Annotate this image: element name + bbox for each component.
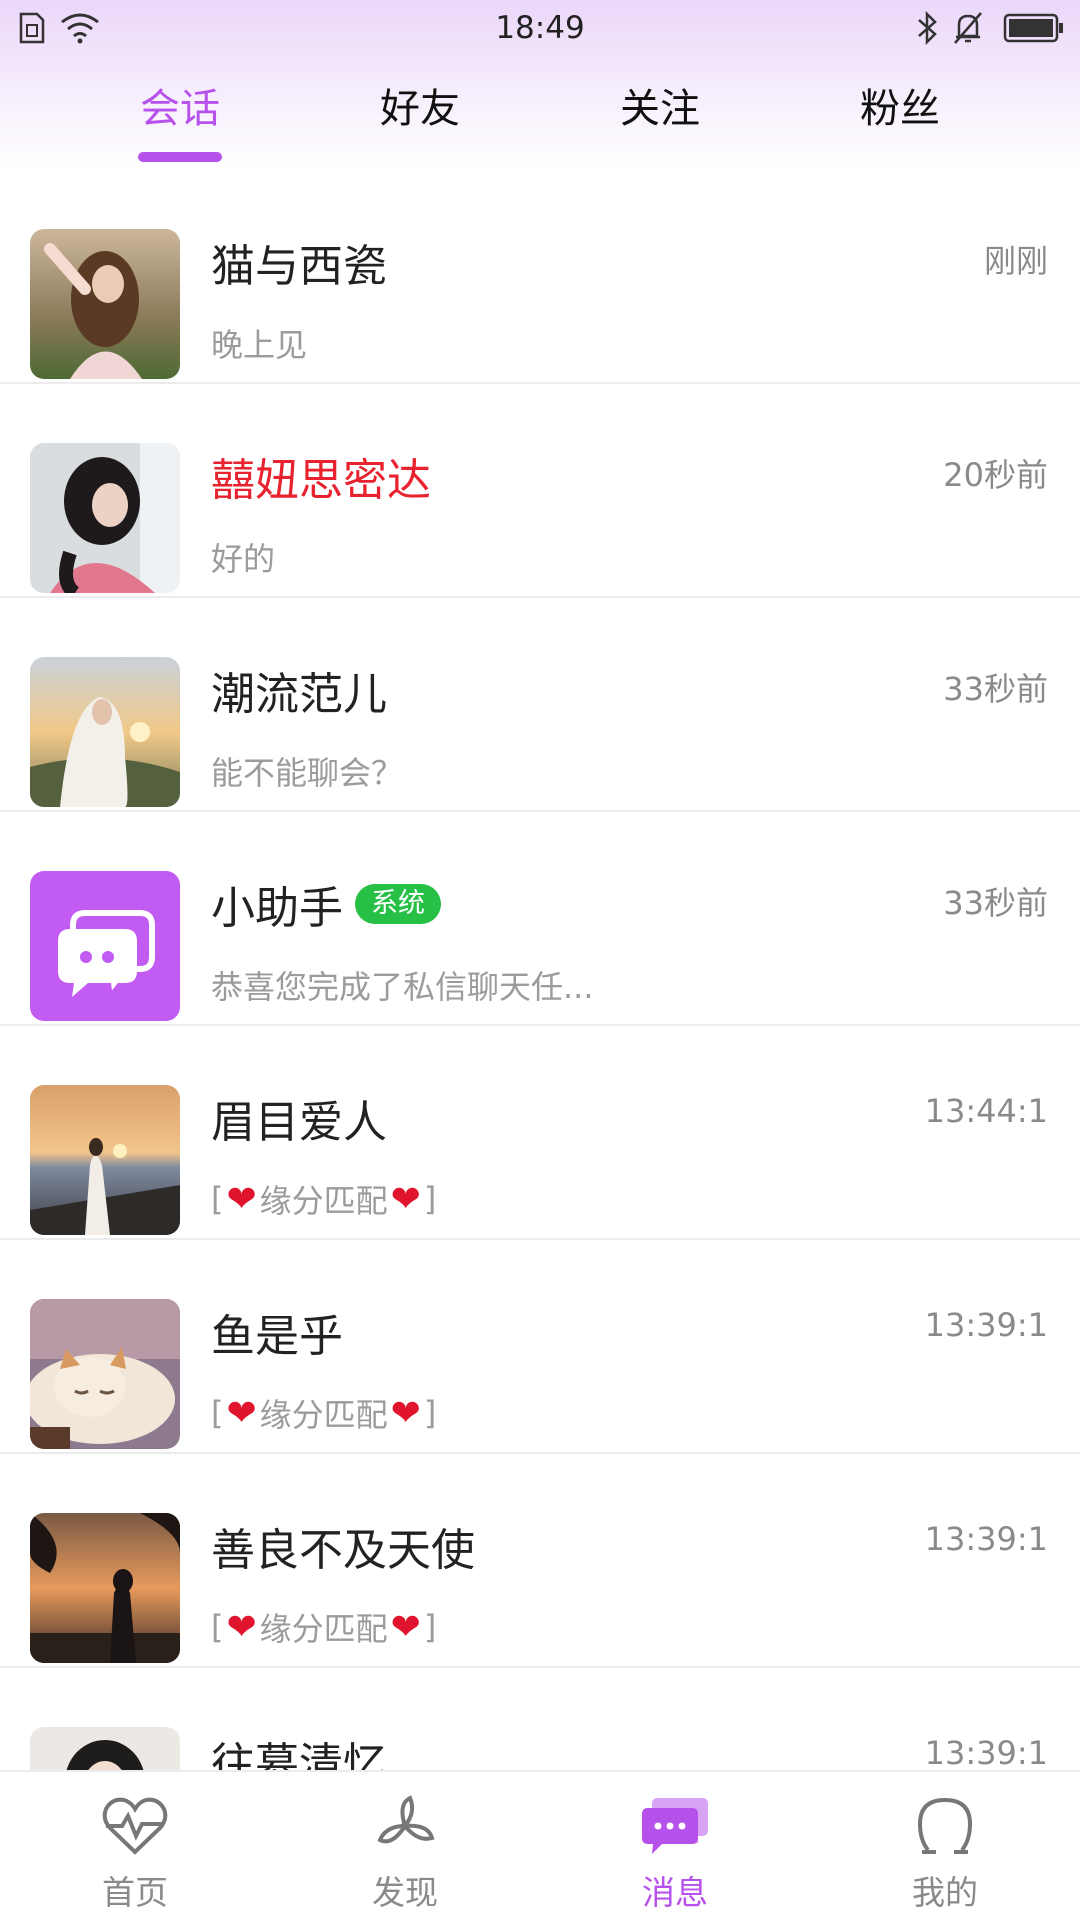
conversation-list: 猫与西瓷 刚刚 晚上见 囍妞思密达 20秒前 好的 潮流范儿 33秒前 能不能聊… <box>0 170 1080 1770</box>
avatar <box>30 1513 180 1663</box>
avatar <box>30 1299 180 1449</box>
message-time: 13:39:1 <box>924 1306 1048 1344</box>
contact-name: 潮流范儿 <box>211 669 387 720</box>
tab-following[interactable]: 关注 <box>580 76 740 134</box>
contact-name: 猫与西瓷 <box>211 241 387 292</box>
mute-bell-icon <box>954 12 982 44</box>
message-preview: [❤ 缘分匹配 ❤] <box>211 1178 437 1221</box>
heartbeat-icon <box>102 1797 168 1855</box>
nav-home[interactable]: 首页 <box>0 1772 270 1922</box>
conversation-row[interactable]: 往慕清忆 13:39:1 <box>0 1668 1080 1770</box>
user-icon <box>917 1797 973 1854</box>
contact-name: 小助手 系统 <box>211 872 441 936</box>
conversation-row[interactable]: 鱼是乎 13:39:1 [❤ 缘分匹配 ❤] <box>0 1240 1080 1454</box>
message-time: 33秒前 <box>943 670 1048 708</box>
contact-name: 善良不及天使 <box>211 1525 475 1576</box>
heart-icon: ❤ <box>390 1178 421 1220</box>
bluetooth-icon <box>918 10 937 46</box>
conversation-row[interactable]: 猫与西瓷 刚刚 晚上见 <box>0 170 1080 384</box>
bottom-nav: 首页 发现 消息 我的 <box>0 1770 1080 1922</box>
tab-indicator <box>138 152 222 162</box>
heart-icon: ❤ <box>390 1392 421 1434</box>
conversation-row[interactable]: 眉目爱人 13:44:1 [❤ 缘分匹配 ❤] <box>0 1026 1080 1240</box>
message-time: 13:44:1 <box>924 1092 1048 1130</box>
message-time: 13:39:1 <box>924 1734 1048 1770</box>
avatar <box>30 229 180 379</box>
tab-bar: 会话 好友 关注 粉丝 <box>0 70 1080 170</box>
message-preview: 晚上见 <box>211 326 308 364</box>
nav-label: 发现 <box>372 1873 438 1912</box>
message-time: 13:39:1 <box>924 1520 1048 1558</box>
contact-name: 眉目爱人 <box>211 1097 387 1148</box>
tab-fans[interactable]: 粉丝 <box>820 76 980 134</box>
chat-icon <box>642 1798 708 1854</box>
avatar <box>30 871 180 1021</box>
status-bar: 18:49 <box>0 0 1080 58</box>
tab-conversations[interactable]: 会话 <box>100 76 260 134</box>
contact-name: 囍妞思密达 <box>211 455 431 506</box>
nav-label: 首页 <box>102 1873 168 1912</box>
nav-discover[interactable]: 发现 <box>270 1772 540 1922</box>
avatar <box>30 1727 180 1770</box>
pinwheel-icon <box>377 1795 435 1844</box>
heart-icon: ❤ <box>226 1392 257 1434</box>
header: 18:49 会话 好友 关注 粉丝 <box>0 0 1080 170</box>
nav-label: 消息 <box>642 1873 708 1912</box>
nav-label: 我的 <box>912 1873 978 1912</box>
tab-friends[interactable]: 好友 <box>340 76 500 134</box>
avatar <box>30 657 180 807</box>
message-preview: [❤ 缘分匹配 ❤] <box>211 1606 437 1649</box>
conversation-row[interactable]: 潮流范儿 33秒前 能不能聊会？ <box>0 598 1080 812</box>
heart-icon: ❤ <box>226 1606 257 1648</box>
message-preview: 好的 <box>211 540 276 578</box>
message-time: 33秒前 <box>943 884 1048 922</box>
heart-icon: ❤ <box>390 1606 421 1648</box>
conversation-row[interactable]: 善良不及天使 13:39:1 [❤ 缘分匹配 ❤] <box>0 1454 1080 1668</box>
nav-profile[interactable]: 我的 <box>810 1772 1080 1922</box>
message-preview: 恭喜您完成了私信聊天任... <box>211 968 594 1006</box>
contact-name: 往慕清忆 <box>211 1739 387 1770</box>
system-badge: 系统 <box>355 884 441 924</box>
message-preview: 能不能聊会？ <box>211 754 404 792</box>
conversation-row[interactable]: 囍妞思密达 20秒前 好的 <box>0 384 1080 598</box>
assistant-chat-icon <box>30 871 180 1021</box>
message-time: 刚刚 <box>983 242 1048 280</box>
nav-messages[interactable]: 消息 <box>540 1772 810 1922</box>
avatar <box>30 1085 180 1235</box>
message-preview: [❤ 缘分匹配 ❤] <box>211 1392 437 1435</box>
heart-icon: ❤ <box>226 1178 257 1220</box>
contact-name: 鱼是乎 <box>211 1311 343 1362</box>
conversation-row[interactable]: 小助手 系统 33秒前 恭喜您完成了私信聊天任... <box>0 812 1080 1026</box>
avatar <box>30 443 180 593</box>
battery-icon <box>1003 13 1063 43</box>
message-time: 20秒前 <box>943 456 1048 494</box>
